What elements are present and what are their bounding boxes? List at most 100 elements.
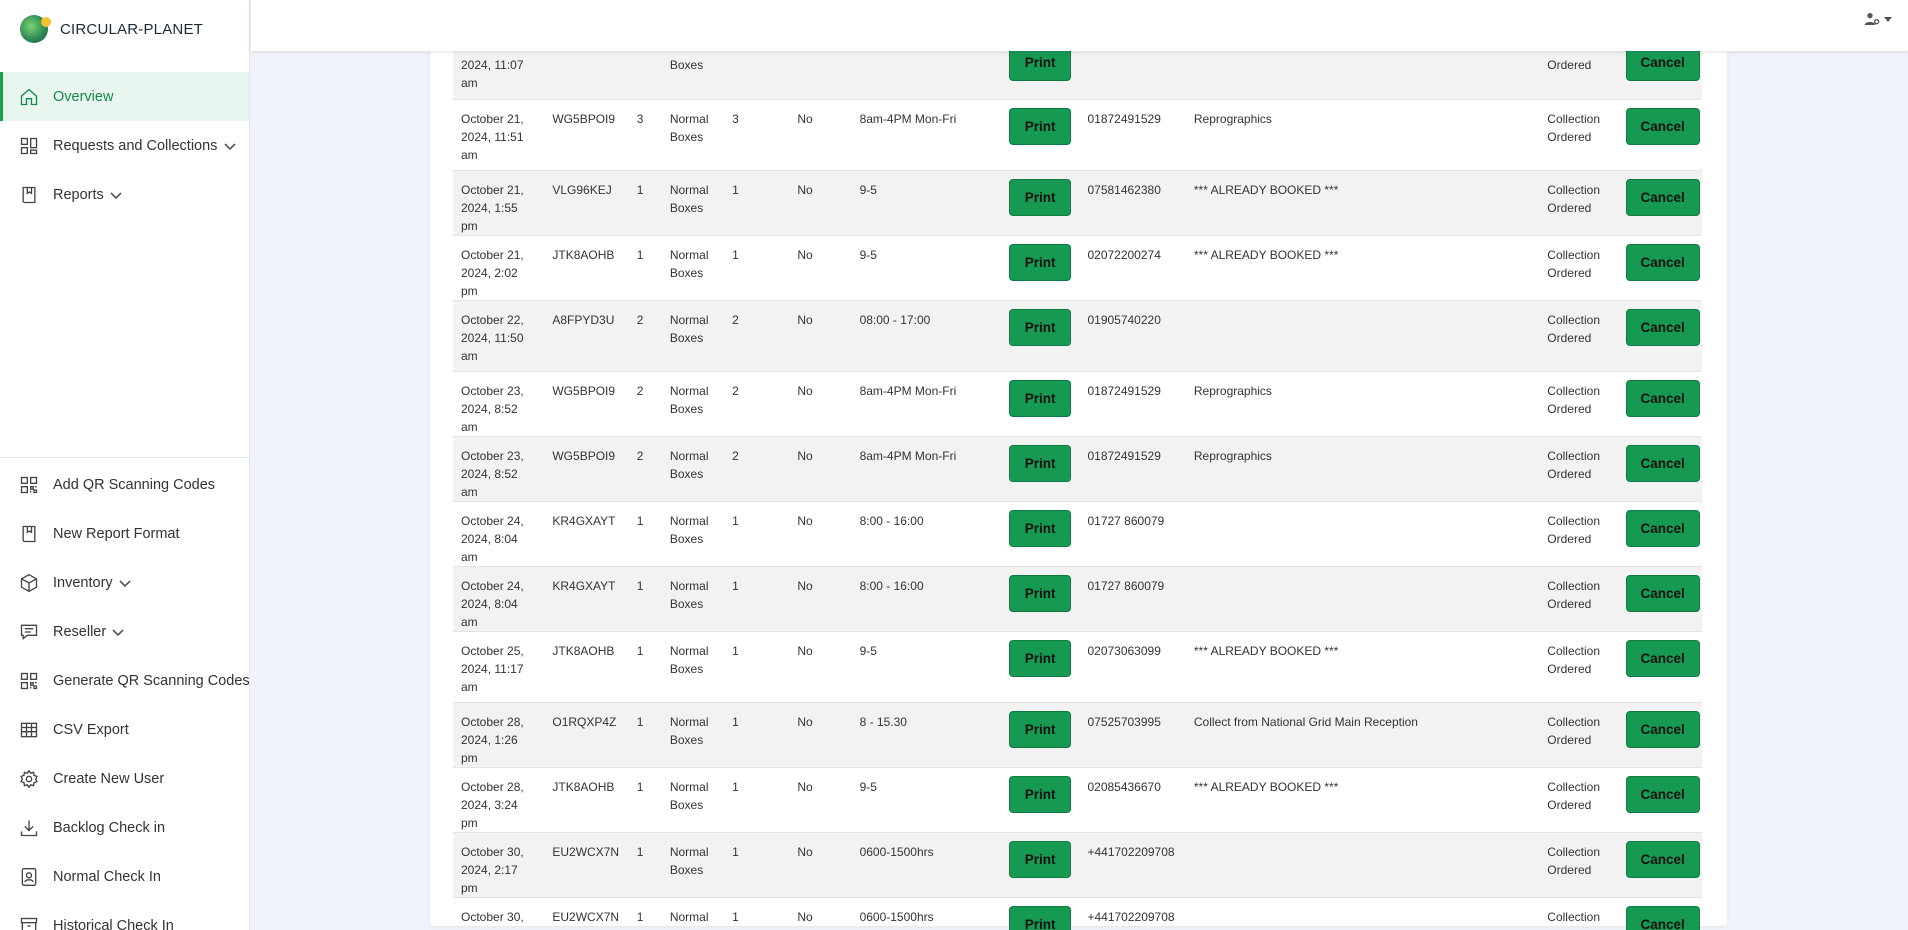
cancel-button[interactable]: Cancel — [1625, 379, 1700, 417]
cell-code: EU2WCX7N — [552, 844, 620, 859]
cell-code: EU2WCX7N — [552, 909, 620, 924]
cell-notes: *** ALREADY BOOKED *** — [1193, 643, 1339, 658]
print-button[interactable]: Print — [1009, 574, 1072, 612]
sidebar-item-overview[interactable]: Overview — [0, 72, 249, 121]
cell-count: 1 — [732, 643, 739, 658]
cell-qty: 1 — [636, 578, 644, 593]
sidebar-item-normal-check-in[interactable]: Normal Check In — [0, 852, 249, 901]
cancel-button[interactable]: Cancel — [1625, 775, 1700, 813]
print-button[interactable]: Print — [1009, 107, 1072, 145]
cell-date: October 21, 2024, 2:02 pm — [461, 247, 524, 298]
cell-status: Collection Ordered — [1547, 111, 1600, 144]
print-button[interactable]: Print — [1009, 840, 1072, 878]
print-button[interactable]: Print — [1009, 905, 1072, 930]
cell-hours: 8:00 - 16:00 — [859, 513, 924, 528]
cell-notes: *** ALREADY BOOKED *** — [1193, 247, 1339, 262]
cell-count: 2 — [732, 448, 739, 463]
cell-date: October 21, 2024, 11:51 am — [461, 111, 524, 162]
print-button[interactable]: Print — [1009, 308, 1072, 346]
cancel-button[interactable]: Cancel — [1625, 509, 1700, 547]
chevron-down-icon — [110, 189, 122, 201]
sidebar-item-backlog-check-in[interactable]: Backlog Check in — [0, 803, 249, 852]
cancel-button[interactable]: Cancel — [1625, 308, 1700, 346]
cell-hours: 8am-4PM Mon-Fri — [859, 111, 957, 126]
cell-notes: Reprographics — [1193, 448, 1272, 463]
print-button[interactable]: Print — [1009, 639, 1072, 677]
cell-code: JTK8AOHB — [552, 779, 615, 794]
archive-icon — [18, 915, 40, 930]
cell-code: JTK8AOHB — [552, 247, 615, 262]
cell-phone: 07581462380 — [1087, 182, 1161, 197]
cancel-button[interactable]: Cancel — [1625, 840, 1700, 878]
print-button[interactable]: Print — [1009, 710, 1072, 748]
cell-count: 1 — [732, 578, 739, 593]
sidebar-item-label: Reports — [53, 186, 104, 203]
cancel-button[interactable]: Cancel — [1625, 639, 1700, 677]
sidebar-item-add-qr-scanning-codes[interactable]: Add QR Scanning Codes — [0, 460, 249, 509]
cell-date: October 23, 2024, 8:52 am — [461, 448, 524, 499]
cell-type: Normal Boxes — [669, 111, 709, 144]
sidebar-item-inventory[interactable]: Inventory — [0, 558, 249, 607]
cell-type: Normal Boxes — [669, 844, 709, 877]
cancel-button[interactable]: Cancel — [1625, 574, 1700, 612]
cell-code: KR4GXAYT — [552, 513, 616, 528]
cell-type: Normal Boxes — [669, 448, 709, 481]
sidebar-item-create-new-user[interactable]: Create New User — [0, 754, 249, 803]
cell-phone: 02085436670 — [1087, 779, 1161, 794]
cell-date: October 22, 2024, 11:50 am — [461, 312, 524, 363]
cancel-button[interactable]: Cancel — [1625, 444, 1700, 482]
cell-code: KR4GXAYT — [552, 578, 616, 593]
grid-icon — [18, 135, 40, 157]
cell-phone: +441702209708 — [1087, 909, 1175, 924]
cell-status: Collection Ordered — [1547, 312, 1600, 345]
cancel-button[interactable]: Cancel — [1625, 243, 1700, 281]
cell-date: October 28, 2024, 1:26 pm — [461, 714, 524, 765]
cancel-button[interactable]: Cancel — [1625, 710, 1700, 748]
cancel-button[interactable]: Cancel — [1625, 107, 1700, 145]
top-bar — [251, 0, 1908, 51]
home-icon — [18, 86, 40, 108]
sidebar-item-reseller[interactable]: Reseller — [0, 607, 249, 656]
cell-flag: No — [797, 247, 813, 262]
print-button[interactable]: Print — [1009, 178, 1072, 216]
sidebar-item-reports[interactable]: Reports — [0, 170, 249, 219]
cancel-button[interactable]: Cancel — [1625, 178, 1700, 216]
cell-hours: 9-5 — [859, 779, 877, 794]
cell-type: Normal Boxes — [669, 714, 709, 747]
cell-phone: 02072200274 — [1087, 247, 1161, 262]
print-button[interactable]: Print — [1009, 243, 1072, 281]
sidebar-item-label: Normal Check In — [53, 868, 161, 885]
sidebar-item-new-report-format[interactable]: New Report Format — [0, 509, 249, 558]
print-button[interactable]: Print — [1009, 509, 1072, 547]
cancel-button[interactable]: Cancel — [1625, 905, 1700, 930]
cell-phone: +441702209708 — [1087, 844, 1175, 859]
cell-hours: 8 - 15.30 — [859, 714, 907, 729]
cell-notes: *** ALREADY BOOKED *** — [1193, 779, 1339, 794]
brand[interactable]: CIRCULAR-PLANET — [0, 0, 249, 58]
sidebar-item-requests-and-collections[interactable]: Requests and Collections — [0, 121, 249, 170]
cell-date: October 24, 2024, 8:04 am — [461, 513, 524, 564]
download-icon — [18, 817, 40, 839]
sidebar-item-generate-qr-scanning-codes[interactable]: Generate QR Scanning Codes — [0, 656, 249, 705]
table-row: October 21, 2024, 1:55 pm VLG96KEJ 1 Normal… — [453, 170, 1702, 235]
cell-status: Collection Ordered — [1547, 844, 1600, 877]
user-menu[interactable] — [1864, 11, 1892, 27]
badge-icon — [18, 866, 40, 888]
cell-qty: 3 — [636, 111, 644, 126]
cell-date: October 30, 2024, 2:17 pm — [461, 844, 524, 895]
cell-flag: No — [797, 182, 813, 197]
cell-flag: No — [797, 111, 813, 126]
print-button[interactable]: Print — [1009, 379, 1072, 417]
print-button[interactable]: Print — [1009, 444, 1072, 482]
cell-status: Collection Ordered — [1547, 714, 1600, 747]
table-row: October 22, 2024, 11:50 am A8FPYD3U 2 Norma… — [453, 300, 1702, 371]
cell-date: October 24, 2024, 8:04 am — [461, 578, 524, 629]
cell-phone: 01905740220 — [1087, 312, 1161, 327]
cell-type: Normal Boxes — [669, 247, 709, 280]
sidebar-item-historical-check-in[interactable]: Historical Check In — [0, 901, 249, 930]
sidebar: CIRCULAR-PLANET Overview Requests and Co… — [0, 0, 250, 930]
print-button[interactable]: Print — [1009, 775, 1072, 813]
sidebar-item-csv-export[interactable]: CSV Export — [0, 705, 249, 754]
qr-icon — [18, 670, 40, 692]
cell-flag: No — [797, 513, 813, 528]
